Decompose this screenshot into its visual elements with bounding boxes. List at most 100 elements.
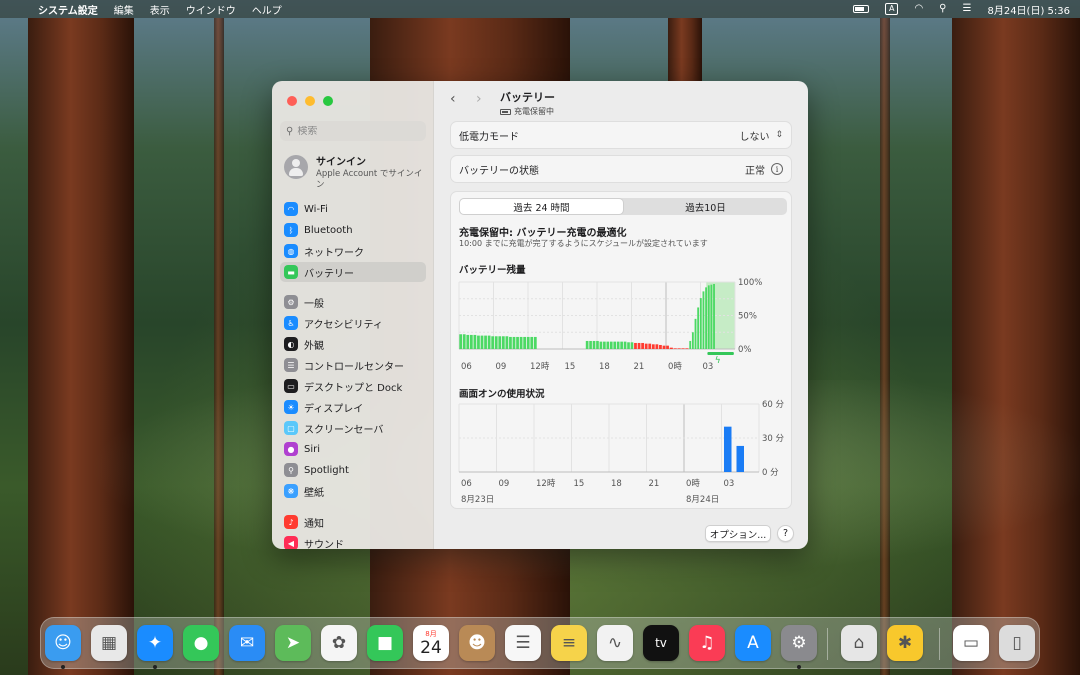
battery-bar <box>533 336 537 349</box>
tab-last-10-days[interactable]: 過去10日 <box>624 198 787 215</box>
messages-icon[interactable]: ● <box>183 625 219 661</box>
battery-bar <box>689 340 692 349</box>
options-button[interactable]: オプション... <box>705 525 771 542</box>
sidebar-item-siri[interactable]: ● Siri <box>280 439 426 459</box>
app-glyph: ✱ <box>897 633 913 653</box>
mail-icon[interactable]: ✉ <box>229 625 265 661</box>
app-glyph: ▭ <box>962 633 980 653</box>
date-label: 8月24日 <box>686 495 719 505</box>
charging-status-text: 充電保留中 <box>514 107 554 116</box>
usage-bar <box>724 426 732 472</box>
menu-window[interactable]: ウインドウ <box>186 2 236 17</box>
close-window-button[interactable] <box>287 96 297 106</box>
signin-title: サインイン <box>316 157 366 168</box>
sidebar-item-screensaver[interactable]: ▢ スクリーンセーバ <box>280 418 426 438</box>
sidebar-item-battery[interactable]: ▬ バッテリー <box>280 262 426 282</box>
window-controls <box>287 96 333 106</box>
contacts-icon[interactable]: ☻ <box>459 625 495 661</box>
sidebar-item-label: Wi-Fi <box>304 203 328 215</box>
battery-bar <box>634 342 637 349</box>
music-icon[interactable]: ♫ <box>689 625 725 661</box>
facetime-icon[interactable]: ■ <box>367 625 403 661</box>
sidebar-item-general[interactable]: ⚙ 一般 <box>280 292 426 312</box>
battery-bar <box>469 334 473 349</box>
app-store-icon[interactable]: A <box>735 625 771 661</box>
battery-bar <box>705 287 708 349</box>
sidebar-item-label: Spotlight <box>304 464 349 476</box>
signin-item[interactable]: サインイン Apple Account でサインイン <box>284 153 426 191</box>
siri-icon: ● <box>284 442 298 456</box>
low-power-select[interactable]: しない ⇕ <box>739 128 783 143</box>
sidebar-item-accessibility[interactable]: ♿ アクセシビリティ <box>280 313 426 333</box>
menu-edit[interactable]: 編集 <box>114 2 134 17</box>
menu-clock[interactable]: 8月24日(日) 5:36 <box>987 2 1070 17</box>
sidebar-item-label: スクリーンセーバ <box>304 424 384 436</box>
sidebar-item-network[interactable]: ◍ ネットワーク <box>280 241 426 261</box>
usage-history-card: 過去 24 時間 過去10日 充電保留中: バッテリー充電の最適化 10:00 … <box>450 191 792 509</box>
sidebar-search: ⚲ <box>280 121 426 141</box>
menu-view[interactable]: 表示 <box>150 2 170 17</box>
sidebar-item-sound[interactable]: ◀ サウンド <box>280 533 426 549</box>
apple-tv-icon[interactable]: tv <box>643 625 679 661</box>
finder-icon[interactable]: ☺ <box>45 625 81 661</box>
battery-bar <box>666 345 669 349</box>
control-center-icon[interactable]: ☰ <box>963 3 972 15</box>
sidebar-item-wallpaper[interactable]: ❋ 壁紙 <box>280 481 426 501</box>
app-glyph: ♫ <box>699 633 715 653</box>
tips-icon[interactable]: ✱ <box>887 625 923 661</box>
spotlight-search-icon[interactable]: ⚲ <box>939 3 946 15</box>
battery-bar <box>592 340 596 349</box>
preview-icon[interactable]: ▭ <box>953 625 989 661</box>
sidebar-item-notifications[interactable]: ♪ 通知 <box>280 512 426 532</box>
system-settings-icon[interactable]: ⚙ <box>781 625 817 661</box>
sidebar-item-wifi[interactable]: ◠ Wi-Fi <box>280 199 426 219</box>
tab-last-24-hours[interactable]: 過去 24 時間 <box>460 199 623 214</box>
safari-icon[interactable]: ✦ <box>137 625 173 661</box>
zoom-window-button[interactable] <box>323 96 333 106</box>
help-button[interactable]: ? <box>777 525 794 542</box>
calendar-icon[interactable]: 8月 24 <box>413 625 449 661</box>
menu-help[interactable]: ヘルプ <box>252 2 282 17</box>
reminders-icon[interactable]: ☰ <box>505 625 541 661</box>
search-icon: ⚲ <box>286 125 294 137</box>
battery-bar <box>487 335 491 349</box>
sidebar-item-spotlight[interactable]: ⚲ Spotlight <box>280 460 426 480</box>
battery-bar <box>677 348 681 349</box>
battery-bar <box>623 341 627 349</box>
app-glyph: ➤ <box>285 633 301 653</box>
input-source-indicator[interactable]: A <box>884 3 899 15</box>
sidebar-item-appearance[interactable]: ◐ 外観 <box>280 334 426 354</box>
sidebar-item-bluetooth[interactable]: ᛒ Bluetooth <box>280 220 426 240</box>
sidebar-item-control-center[interactable]: ☰ コントロールセンター <box>280 355 426 375</box>
menu-app-name[interactable]: システム設定 <box>38 2 98 17</box>
forward-chevron-icon[interactable]: › <box>476 91 482 107</box>
back-chevron-icon[interactable]: ‹ <box>450 91 456 107</box>
battery-bar <box>509 336 512 349</box>
freeform-icon[interactable]: ∿ <box>597 625 633 661</box>
sidebar-item-desktop-dock[interactable]: ▭ デスクトップと Dock <box>280 376 426 396</box>
app-glyph: ⌂ <box>853 633 865 653</box>
battery-bar <box>685 348 689 349</box>
notes-icon[interactable]: ≡ <box>551 625 587 661</box>
battery-bar <box>480 335 484 349</box>
info-icon[interactable]: i <box>771 163 783 175</box>
y-tick-label: 0 分 <box>762 468 779 478</box>
minimize-window-button[interactable] <box>305 96 315 106</box>
wifi-status-icon[interactable]: ◠ <box>914 3 923 15</box>
launchpad-icon[interactable]: ▦ <box>91 625 127 661</box>
trash-icon[interactable]: ▯ <box>999 625 1035 661</box>
search-input[interactable] <box>297 125 416 137</box>
battery-health-label: バッテリーの状態 <box>459 165 539 177</box>
system-information-icon[interactable]: ⌂ <box>841 625 877 661</box>
calendar-day: 24 <box>420 637 442 658</box>
x-tick-label: 09 <box>499 479 510 489</box>
dock-separator <box>939 628 940 660</box>
photos-icon[interactable]: ✿ <box>321 625 357 661</box>
battery-bar <box>613 341 617 349</box>
page-subtitle: 充電保留中 <box>500 106 555 117</box>
x-tick-label: 09 <box>496 362 507 372</box>
sidebar-item-displays[interactable]: ☀ ディスプレイ <box>280 397 426 417</box>
wifi-icon: ◠ <box>284 202 298 216</box>
battery-status-icon[interactable] <box>852 5 869 13</box>
maps-icon[interactable]: ➤ <box>275 625 311 661</box>
